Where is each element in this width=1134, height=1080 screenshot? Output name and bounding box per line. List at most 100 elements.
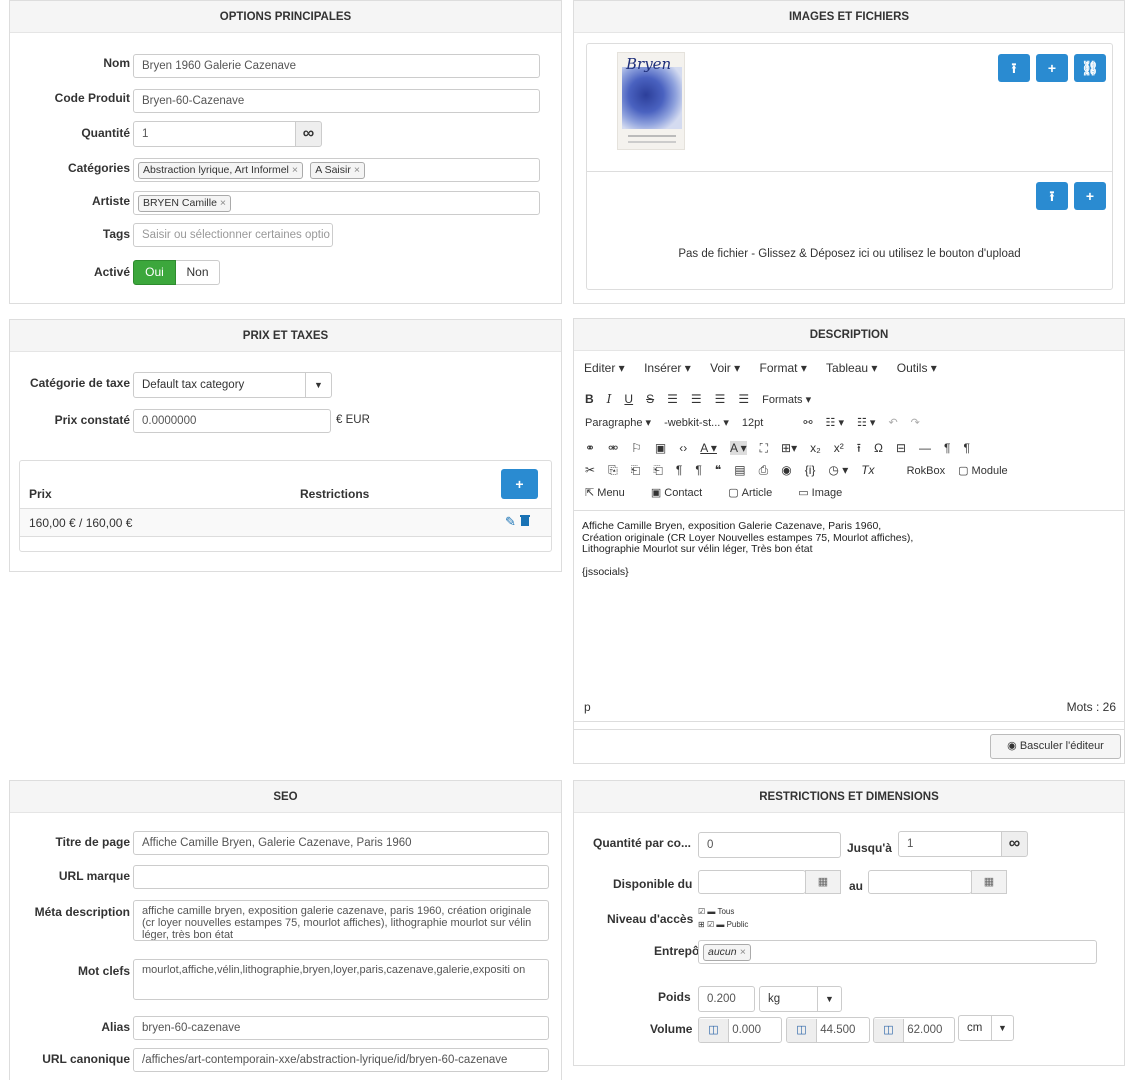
subscript-icon[interactable]: x₂: [810, 441, 821, 455]
artist-field[interactable]: BRYEN Camille ×: [133, 191, 540, 215]
rtl-icon[interactable]: ¶: [964, 441, 970, 455]
warehouse-chip[interactable]: aucun ×: [703, 944, 751, 961]
active-yes-button[interactable]: Oui: [133, 260, 176, 285]
code-input[interactable]: Bryen-60-Cazenave: [133, 89, 540, 113]
volume-length-field[interactable]: ◫ 0.000: [698, 1017, 782, 1043]
italic-icon[interactable]: I: [607, 392, 612, 406]
volume-width-field[interactable]: ◫ 44.500: [786, 1017, 870, 1043]
tax-category-select[interactable]: Default tax category ▼: [133, 372, 332, 398]
bullet-list-icon[interactable]: ☷ ▾: [826, 416, 844, 429]
price-input[interactable]: 0.0000000: [133, 409, 331, 433]
toggle-editor-button[interactable]: ◉ Basculer l'éditeur: [990, 734, 1121, 759]
upload-button[interactable]: ⭱: [998, 54, 1030, 82]
add-button[interactable]: +: [1036, 54, 1068, 82]
weight-input[interactable]: 0.200: [698, 986, 755, 1012]
volume-unit-select[interactable]: cm ▼: [958, 1015, 1014, 1041]
menu-edit[interactable]: Editer ▾: [584, 361, 625, 375]
bold-icon[interactable]: B: [585, 392, 594, 406]
menu-table[interactable]: Tableau ▾: [826, 361, 877, 375]
weight-unit-select[interactable]: kg ▼: [759, 986, 842, 1012]
quote-icon[interactable]: ❝: [715, 463, 721, 477]
strike-icon[interactable]: S: [646, 392, 654, 406]
undo-icon[interactable]: ↶: [888, 416, 897, 429]
underline-icon[interactable]: U: [624, 392, 633, 406]
font-select[interactable]: -webkit-st... ▾: [664, 416, 729, 429]
file-upload-button[interactable]: ⭱: [1036, 182, 1068, 210]
template-icon[interactable]: ▤: [734, 463, 745, 477]
text-color-icon[interactable]: A ▾: [700, 441, 717, 455]
paragraph-select[interactable]: Paragraphe ▾: [585, 416, 651, 429]
justify-icon[interactable]: ☰: [738, 392, 749, 406]
access-public[interactable]: ⊞ ☑ ▬ Public: [698, 918, 748, 931]
edit-pencil-icon[interactable]: ✎: [505, 514, 516, 530]
file-dropzone[interactable]: ⭱ + Pas de fichier - Glissez & Déposez i…: [586, 171, 1113, 290]
redo-icon[interactable]: ↷: [911, 416, 920, 429]
canonical-input[interactable]: /affiches/art-contemporain-xxe/abstracti…: [133, 1048, 549, 1072]
menu-insert[interactable]: Insérer ▾: [644, 361, 691, 375]
paste-icon[interactable]: ⎗: [631, 463, 641, 478]
size-select[interactable]: 12pt: [742, 417, 763, 429]
link-button[interactable]: ⛓: [1074, 54, 1106, 82]
remove-chip-icon[interactable]: ×: [354, 164, 360, 176]
url-brand-input[interactable]: [133, 865, 549, 889]
pilcrow2-icon[interactable]: ¶: [695, 463, 701, 477]
keywords-textarea[interactable]: mourlot,affiche,vélin,lithographie,bryen…: [133, 959, 549, 1000]
rokbox-button[interactable]: RokBox: [907, 465, 946, 477]
pilcrow-icon[interactable]: ¶: [676, 463, 682, 477]
category-chip[interactable]: A Saisir ×: [310, 162, 365, 179]
unlink-icon[interactable]: ⚮: [608, 441, 618, 455]
link-icon[interactable]: ⚭: [585, 441, 595, 455]
available-to-input[interactable]: [868, 870, 972, 894]
media-icon[interactable]: ⊟: [896, 441, 906, 455]
code-icon[interactable]: ‹›: [679, 441, 687, 455]
infinite-button[interactable]: ∞: [1001, 831, 1028, 857]
omega-icon[interactable]: Ω: [874, 441, 883, 455]
bg-color-icon[interactable]: A ▾: [729, 441, 747, 455]
remove-chip-icon[interactable]: ×: [292, 164, 298, 176]
qty-to-input[interactable]: 1: [898, 831, 1002, 857]
remove-chip-icon[interactable]: ×: [220, 197, 226, 209]
image-button[interactable]: ▭ Image: [798, 486, 855, 499]
file-add-button[interactable]: +: [1074, 182, 1106, 210]
contact-button[interactable]: ▣ Contact: [651, 486, 715, 499]
page-title-input[interactable]: Affiche Camille Bryen, Galerie Cazenave,…: [133, 831, 549, 855]
superscript-icon[interactable]: x²: [834, 441, 844, 455]
clock-icon[interactable]: ◷ ▾: [828, 463, 848, 477]
table-icon[interactable]: ⊞▾: [781, 441, 797, 455]
binoculars-icon[interactable]: ⚯: [803, 416, 812, 429]
qty-from-input[interactable]: 0: [698, 832, 841, 858]
article-button[interactable]: ▢ Article: [728, 486, 785, 499]
warehouse-field[interactable]: aucun ×: [698, 940, 1097, 964]
align-center-icon[interactable]: ☰: [691, 392, 702, 406]
anchor-icon[interactable]: ⚐: [631, 441, 642, 455]
artist-chip[interactable]: BRYEN Camille ×: [138, 195, 232, 212]
active-no-button[interactable]: Non: [176, 260, 220, 285]
formats-dropdown[interactable]: Formats ▾: [762, 393, 811, 406]
image-icon[interactable]: ▣: [655, 441, 666, 455]
ltr-icon[interactable]: ¶: [944, 441, 950, 455]
paste-text-icon[interactable]: ⎗: [653, 463, 663, 478]
module-button[interactable]: ▢ Module: [958, 464, 1021, 477]
alias-input[interactable]: bryen-60-cazenave: [133, 1016, 549, 1040]
access-tous[interactable]: ☑ ▬ Tous: [698, 905, 748, 918]
qty-input[interactable]: 1: [133, 121, 296, 147]
calendar-icon[interactable]: ▦: [805, 870, 841, 894]
menu-format[interactable]: Format ▾: [760, 361, 807, 375]
category-chip[interactable]: Abstraction lyrique, Art Informel ×: [138, 162, 304, 179]
available-from-input[interactable]: [698, 870, 806, 894]
meta-textarea[interactable]: affiche camille bryen, exposition galeri…: [133, 900, 549, 941]
editor-content[interactable]: Affiche Camille Bryen, exposition Galeri…: [574, 510, 1124, 722]
numbered-list-icon[interactable]: ☷ ▾: [857, 416, 875, 429]
copy-icon[interactable]: ⎘: [608, 463, 618, 478]
tags-input[interactable]: Saisir ou sélectionner certaines optio: [133, 223, 333, 247]
align-right-icon[interactable]: ☰: [715, 392, 726, 406]
volume-height-field[interactable]: ◫ 62.000: [873, 1017, 955, 1043]
remove-chip-icon[interactable]: ×: [740, 946, 746, 958]
clear-format-icon[interactable]: Tx: [861, 463, 874, 477]
upload-icon[interactable]: ⭱: [857, 439, 861, 460]
image-dropzone[interactable]: Bryen ⭱ + ⛓: [586, 43, 1113, 172]
menu-view[interactable]: Voir ▾: [710, 361, 740, 375]
cut-icon[interactable]: ✂: [585, 463, 595, 477]
fullscreen-icon[interactable]: ⛶: [760, 441, 768, 456]
categories-field[interactable]: Abstraction lyrique, Art Informel × A Sai…: [133, 158, 540, 182]
